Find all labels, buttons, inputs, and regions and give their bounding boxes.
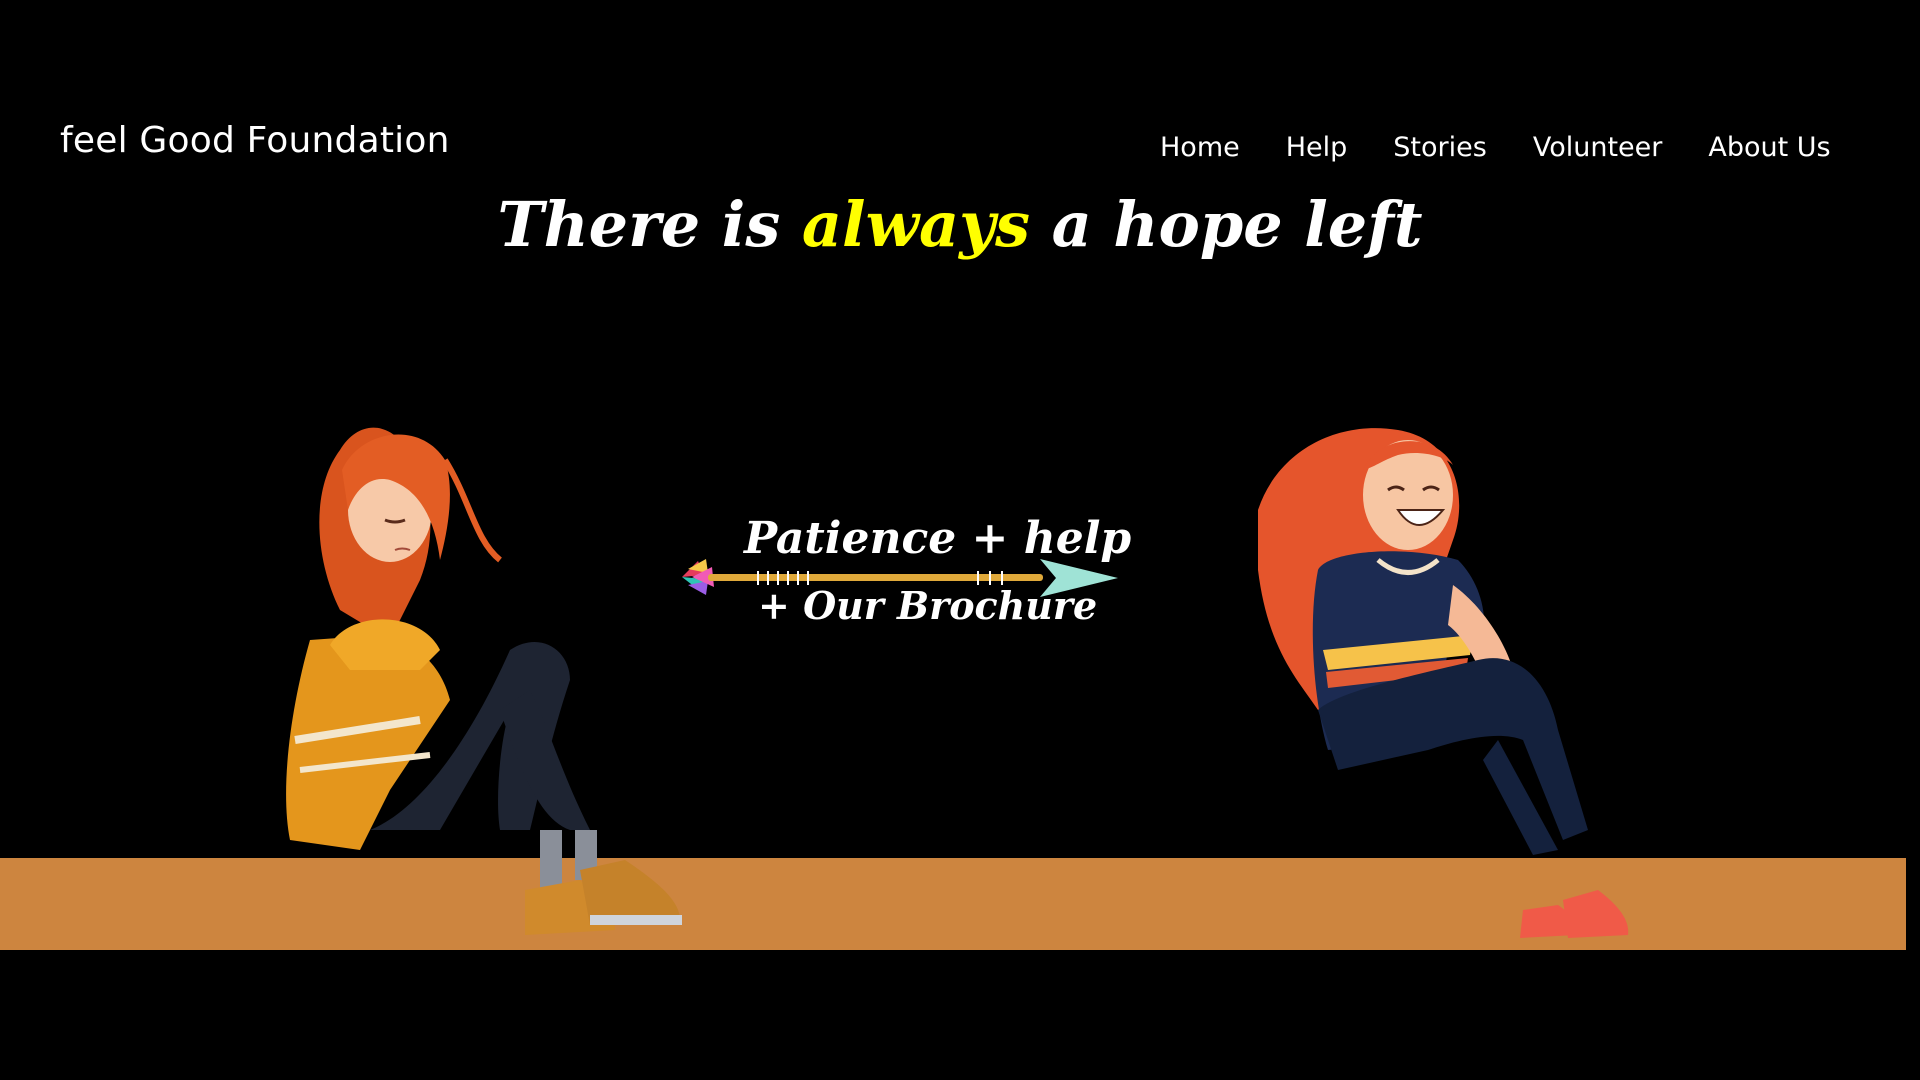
cta-line-2: + Our Brochure [758, 583, 1098, 628]
brochure-cta[interactable]: Patience + help + Our Brochure [678, 505, 1131, 635]
happy-girl-illustration [1258, 428, 1629, 938]
hero-text-start: There is [497, 188, 802, 261]
hero-accent-word: always [801, 188, 1031, 261]
hero-headline: There is always a hope left [0, 188, 1920, 261]
nav-help[interactable]: Help [1286, 132, 1348, 163]
nav-stories[interactable]: Stories [1393, 132, 1487, 163]
site-brand[interactable]: feel Good Foundation [60, 120, 450, 161]
main-nav: Home Help Stories Volunteer About Us [1160, 132, 1831, 163]
hero-text-end: a hope left [1030, 188, 1423, 261]
nav-home[interactable]: Home [1160, 132, 1240, 163]
sad-girl-illustration [286, 427, 682, 935]
nav-about-us[interactable]: About Us [1708, 132, 1830, 163]
nav-volunteer[interactable]: Volunteer [1533, 132, 1663, 163]
